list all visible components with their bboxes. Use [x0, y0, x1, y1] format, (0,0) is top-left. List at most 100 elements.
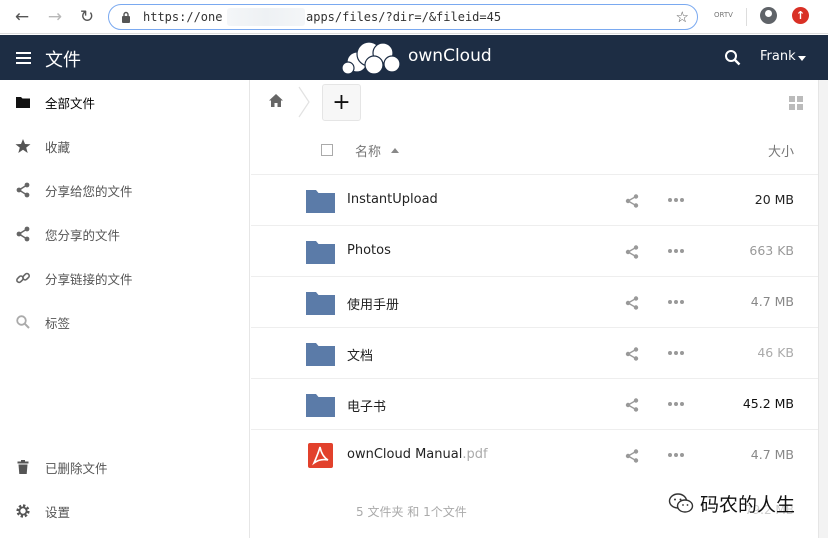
sidebar-item-tags[interactable]: 标签: [0, 300, 250, 344]
share-icon[interactable]: [625, 194, 639, 208]
file-basename: 电子书: [347, 400, 387, 415]
sidebar-item-shared-with-you[interactable]: 分享给您的文件: [0, 168, 250, 212]
folder-icon: [306, 343, 335, 366]
scrollbar[interactable]: [818, 80, 828, 538]
file-basename: ownCloud Manual: [347, 447, 463, 462]
bookmark-star-icon[interactable]: ☆: [676, 8, 689, 26]
watermark: 码农的人生: [668, 490, 808, 518]
more-actions-icon[interactable]: [668, 300, 686, 305]
sidebar-item-all-files[interactable]: 全部文件: [0, 80, 250, 124]
select-all-checkbox[interactable]: [321, 144, 333, 156]
sidebar-item-label: 设置: [45, 505, 71, 520]
share-icon[interactable]: [625, 296, 639, 310]
file-size: 46 KB: [757, 345, 794, 360]
file-size: 45.2 MB: [742, 396, 794, 411]
chevron-down-icon[interactable]: [798, 56, 806, 61]
file-basename: InstantUpload: [347, 192, 438, 207]
update-icon[interactable]: ↑: [792, 7, 809, 24]
table-header: 名称 大小: [251, 128, 818, 174]
more-actions-icon[interactable]: [668, 453, 686, 458]
sidebar-item-label: 分享给您的文件: [45, 184, 133, 199]
menu-icon[interactable]: [16, 52, 31, 64]
file-size: 4.7 MB: [750, 294, 794, 309]
new-file-button[interactable]: +: [322, 84, 361, 121]
user-menu[interactable]: Frank: [760, 49, 796, 64]
profile-icon[interactable]: [760, 7, 777, 24]
sidebar: 全部文件 收藏 分享给您的文件 您分享的文件 分享链接的文件 标签 已删除文件 …: [0, 80, 250, 538]
share-icon[interactable]: [625, 398, 639, 412]
link-icon: [16, 272, 30, 284]
sidebar-item-settings[interactable]: 设置: [0, 489, 250, 533]
owncloud-logo-icon: [341, 41, 401, 75]
file-name[interactable]: 使用手册: [347, 294, 399, 313]
file-list-panel: + 名称 大小 InstantUpload 20 MB Photos 663 KB 使用…: [251, 80, 818, 538]
folder-icon: [16, 97, 30, 108]
file-basename: 文档: [347, 349, 374, 364]
file-extension: .pdf: [462, 447, 488, 462]
page: ← → ↻ https://one apps/files/?dir=/&file…: [0, 0, 828, 538]
grid-view-icon[interactable]: [789, 96, 804, 111]
file-name[interactable]: Photos: [347, 243, 391, 258]
file-basename: Photos: [347, 243, 391, 258]
app-title[interactable]: 文件: [45, 46, 81, 72]
share-icon[interactable]: [625, 449, 639, 463]
more-actions-icon[interactable]: [668, 249, 686, 254]
browser-toolbar: ← → ↻ https://one apps/files/?dir=/&file…: [0, 0, 828, 34]
folder-icon: [306, 190, 335, 213]
table-row[interactable]: InstantUpload 20 MB: [251, 174, 818, 225]
reload-icon[interactable]: ↻: [76, 6, 98, 28]
address-bar[interactable]: https://one apps/files/?dir=/&fileid=45 …: [108, 4, 698, 30]
table-row[interactable]: 使用手册 4.7 MB: [251, 276, 818, 327]
sidebar-item-shared-by-you[interactable]: 您分享的文件: [0, 212, 250, 256]
share-icon[interactable]: [625, 347, 639, 361]
folder-icon: [306, 394, 335, 417]
url-prefix: https://one: [143, 10, 223, 24]
file-size: 4.7 MB: [750, 447, 794, 462]
share-icon: [16, 182, 30, 198]
extension-label[interactable]: ORTV: [714, 11, 733, 19]
home-icon[interactable]: [268, 93, 284, 108]
column-size-header[interactable]: 大小: [768, 141, 794, 160]
wechat-icon: [668, 493, 694, 513]
tag-search-icon: [16, 315, 30, 329]
pdf-icon: [308, 443, 333, 468]
sidebar-item-label: 全部文件: [45, 96, 96, 111]
url-redacted: [227, 8, 305, 26]
sidebar-item-label: 标签: [45, 316, 71, 331]
table-row[interactable]: 电子书 45.2 MB: [251, 378, 818, 429]
summary-text: 5 文件夹 和 1个文件: [356, 505, 467, 519]
back-arrow-icon[interactable]: ←: [11, 6, 33, 28]
file-name[interactable]: 文档: [347, 345, 373, 364]
table-row[interactable]: ownCloud Manual.pdf 4.7 MB: [251, 429, 818, 480]
watermark-text: 码农的人生: [700, 494, 796, 516]
trash-icon: [17, 460, 29, 474]
toolbar-divider: [746, 8, 747, 26]
forward-arrow-icon[interactable]: →: [44, 6, 66, 28]
sidebar-item-label: 收藏: [45, 140, 71, 155]
more-actions-icon[interactable]: [668, 198, 686, 203]
file-name[interactable]: 电子书: [347, 396, 386, 415]
breadcrumb-separator-icon: [298, 86, 310, 118]
file-name[interactable]: ownCloud Manual.pdf: [347, 447, 488, 462]
table-row[interactable]: Photos 663 KB: [251, 225, 818, 276]
file-basename: 使用手册: [347, 298, 400, 313]
lock-icon: [122, 11, 130, 23]
file-size: 663 KB: [749, 243, 794, 258]
sidebar-item-shared-by-link[interactable]: 分享链接的文件: [0, 256, 250, 300]
star-icon: [15, 139, 31, 153]
more-actions-icon[interactable]: [668, 402, 686, 407]
share-icon[interactable]: [625, 245, 639, 259]
more-actions-icon[interactable]: [668, 351, 686, 356]
sidebar-item-label: 分享链接的文件: [45, 272, 133, 287]
folder-icon: [306, 292, 335, 315]
sort-ascending-icon[interactable]: [391, 148, 399, 153]
column-name-header[interactable]: 名称: [355, 141, 381, 160]
sidebar-item-label: 已删除文件: [45, 461, 108, 476]
search-icon[interactable]: [724, 49, 741, 66]
table-row[interactable]: 文档 46 KB: [251, 327, 818, 378]
file-name[interactable]: InstantUpload: [347, 192, 438, 207]
gear-icon: [16, 504, 30, 518]
sidebar-item-favorites[interactable]: 收藏: [0, 124, 250, 168]
url-suffix: apps/files/?dir=/&fileid=45: [306, 10, 502, 24]
sidebar-item-deleted-files[interactable]: 已删除文件: [0, 445, 250, 489]
